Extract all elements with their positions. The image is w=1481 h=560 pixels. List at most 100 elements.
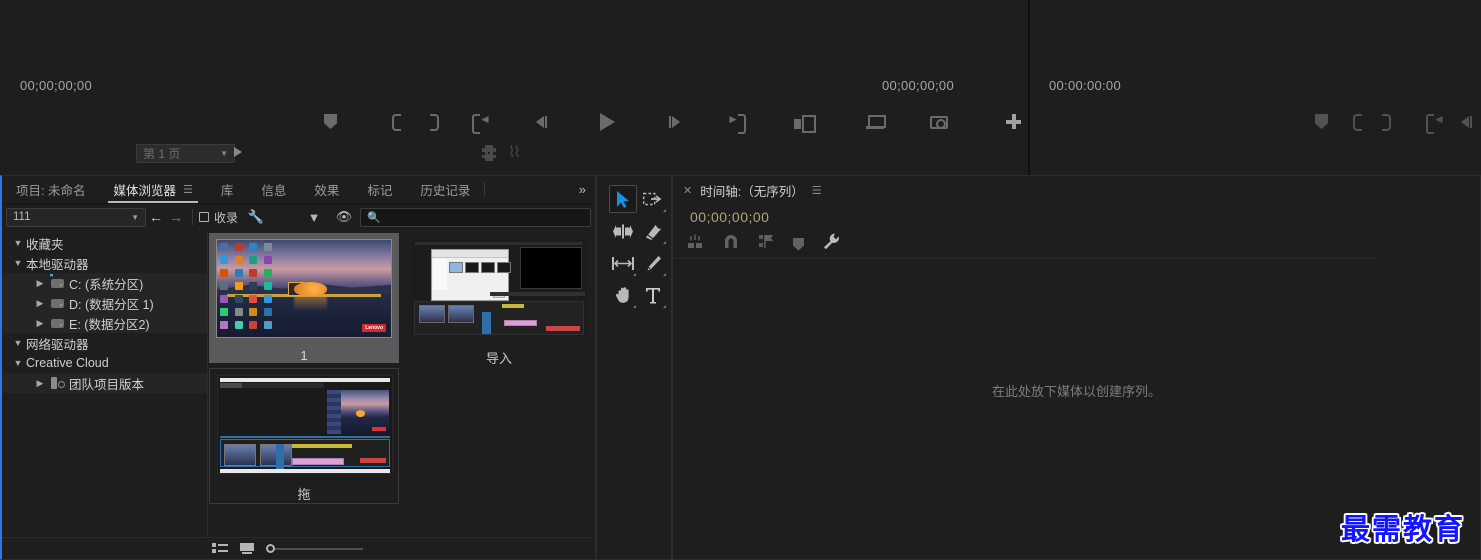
source-monitor-panel[interactable]: 00;00;00;00 第 1 页 ▼ ⌇⌇ 00;00;00;00 (0, 0, 1030, 175)
media-item[interactable]: Lenovo 1 (209, 233, 399, 363)
chevron-right-icon[interactable]: ▶ (32, 318, 48, 329)
zoom-slider-track[interactable] (275, 547, 363, 550)
mark-out-button[interactable] (1382, 114, 1391, 131)
watermark: 最需教育 (1340, 512, 1465, 546)
play-stop-button[interactable] (600, 113, 615, 131)
premiere-timeline-screenshot (217, 374, 393, 474)
hamburger-menu-icon[interactable]: ☰ (183, 183, 193, 196)
wrench-icon[interactable]: 🔧 (246, 209, 266, 225)
list-view-icon[interactable] (212, 543, 228, 554)
timeline-playhead-timecode[interactable]: 00;00;00;00 (690, 209, 769, 225)
step-back-button[interactable] (1461, 114, 1477, 130)
tab-overflow-button[interactable]: » (570, 176, 595, 203)
media-item[interactable]: 导入 (404, 233, 594, 367)
timeline-panel[interactable]: ✕ 时间轴:（无序列） ☰ 00;00;00;00 在此处放下媒体以创建序列。 (672, 175, 1481, 560)
rate-stretch-tool[interactable] (609, 249, 637, 277)
chevron-right-icon[interactable]: ▶ (32, 278, 48, 289)
tab-libraries[interactable]: 库 (207, 176, 248, 203)
chevron-down-icon[interactable]: ▼ (10, 258, 26, 268)
tab-divider (484, 182, 486, 197)
hand-icon (615, 287, 629, 303)
chevron-right-icon[interactable]: ▶ (32, 298, 48, 309)
hamburger-menu-icon[interactable]: ☰ (812, 184, 822, 197)
export-frame-button[interactable] (930, 116, 948, 129)
zoom-slider[interactable] (266, 544, 363, 553)
selection-tool[interactable] (609, 185, 637, 213)
chevron-down-icon[interactable]: ▼ (10, 358, 26, 368)
tab-history[interactable]: 历史记录 (406, 176, 484, 203)
tools-panel[interactable] (596, 175, 672, 560)
step-forward-button[interactable] (664, 114, 680, 130)
program-monitor-panel[interactable]: 00:00:00:00 (1030, 0, 1481, 175)
track-select-forward-tool[interactable] (639, 185, 667, 213)
tab-markers[interactable]: 标记 (353, 176, 406, 203)
eye-icon[interactable]: 👁 (334, 209, 354, 225)
add-marker-button[interactable] (1315, 114, 1328, 129)
mark-in-button[interactable] (1353, 114, 1362, 131)
timeline-settings-button[interactable] (823, 233, 840, 255)
chevron-down-icon[interactable]: ▼ (10, 338, 26, 348)
program-monitor-canvas[interactable] (1030, 0, 1481, 68)
zoom-slider-handle[interactable] (266, 544, 275, 553)
button-editor-button[interactable] (1006, 114, 1021, 129)
snap-in-timeline-button[interactable] (687, 234, 704, 254)
media-browser-panel[interactable]: 项目: 未命名 媒体浏览器 ☰ 库 信息 效果 标记 历史记录 » 111 ▼ … (0, 175, 596, 560)
razor-tool[interactable] (639, 217, 667, 245)
source-duration-timecode[interactable]: 00;00;00;00 (882, 78, 954, 93)
tab-media-browser[interactable]: 媒体浏览器 ☰ (99, 176, 206, 203)
tree-item-favorites[interactable]: ▼ 收藏夹 (2, 233, 207, 253)
source-monitor-canvas[interactable] (0, 0, 1028, 68)
filter-icon[interactable]: ▼ (304, 210, 324, 225)
desktop-sunset-screenshot: Lenovo (216, 238, 392, 338)
arrow-left-icon[interactable]: ← (146, 210, 166, 224)
directory-path-dropdown[interactable]: 111 ▼ (6, 207, 146, 227)
pen-tool[interactable] (639, 249, 667, 277)
step-back-button[interactable] (536, 114, 552, 130)
media-browser-body: ▼ 收藏夹 ▼ 本地驱动器 ▶ C: (系统分区) ▶ D: (数据分区 1) … (2, 231, 595, 537)
linked-selection-button[interactable] (723, 234, 739, 254)
tree-item-team-projects[interactable]: ▶ 团队项目版本 (2, 373, 207, 393)
go-to-in-button[interactable] (1426, 112, 1446, 134)
premiere-import-dialog-screenshot (411, 238, 587, 338)
insert-button[interactable] (794, 115, 816, 133)
add-marker-button[interactable] (324, 114, 337, 129)
add-marker-button[interactable] (758, 234, 774, 254)
timeline-marker-button[interactable] (793, 237, 804, 251)
tree-item-drive-c[interactable]: ▶ C: (系统分区) (2, 273, 207, 293)
close-x-icon[interactable]: ✕ (683, 184, 692, 197)
tree-item-drive-e[interactable]: ▶ E: (数据分区2) (2, 313, 207, 333)
tab-info[interactable]: 信息 (247, 176, 300, 203)
media-browser-status-bar (2, 537, 595, 559)
go-to-out-button[interactable] (726, 112, 746, 134)
ingest-checkbox[interactable]: 收录 (199, 209, 238, 226)
tree-item-local-drives[interactable]: ▼ 本地驱动器 (2, 253, 207, 273)
search-input[interactable]: 🔍 (360, 207, 591, 227)
hand-tool[interactable] (609, 281, 637, 309)
mark-in-button[interactable] (392, 114, 401, 131)
tree-item-drive-d[interactable]: ▶ D: (数据分区 1) (2, 293, 207, 313)
program-playhead-timecode[interactable]: 00:00:00:00 (1049, 78, 1121, 93)
chevron-down-icon: ▼ (131, 212, 139, 222)
chevron-down-icon[interactable]: ▼ (10, 238, 26, 248)
program-transport-controls (1030, 106, 1481, 175)
type-tool[interactable] (639, 281, 667, 309)
tree-item-label: E: (数据分区2) (69, 317, 150, 332)
premiere-pro-window: 00;00;00;00 第 1 页 ▼ ⌇⌇ 00;00;00;00 ◄ ► 0… (0, 0, 1481, 560)
tree-item-network-drives[interactable]: ▼ 网络驱动器 (2, 333, 207, 353)
timeline-title: 时间轴:（无序列） (700, 184, 804, 199)
media-item[interactable]: 拖 (209, 368, 399, 504)
go-to-in-button[interactable] (472, 112, 492, 134)
media-browser-thumbnail-grid[interactable]: Lenovo 1 导入 拖 (207, 231, 595, 537)
arrow-right-icon[interactable]: → (166, 210, 186, 224)
overwrite-button[interactable] (866, 115, 886, 129)
tab-label: 媒体浏览器 (113, 184, 176, 198)
toolbar-divider (192, 209, 193, 225)
source-playhead-timecode[interactable]: 00;00;00;00 (20, 78, 92, 93)
thumbnail-view-icon[interactable] (240, 543, 254, 554)
tree-item-creative-cloud[interactable]: ▼ Creative Cloud (2, 353, 207, 373)
tab-project[interactable]: 项目: 未命名 (2, 176, 99, 203)
tab-effects[interactable]: 效果 (300, 176, 353, 203)
ripple-edit-tool[interactable] (609, 217, 637, 245)
chevron-right-icon[interactable]: ▶ (32, 378, 48, 389)
mark-out-button[interactable] (430, 114, 439, 131)
